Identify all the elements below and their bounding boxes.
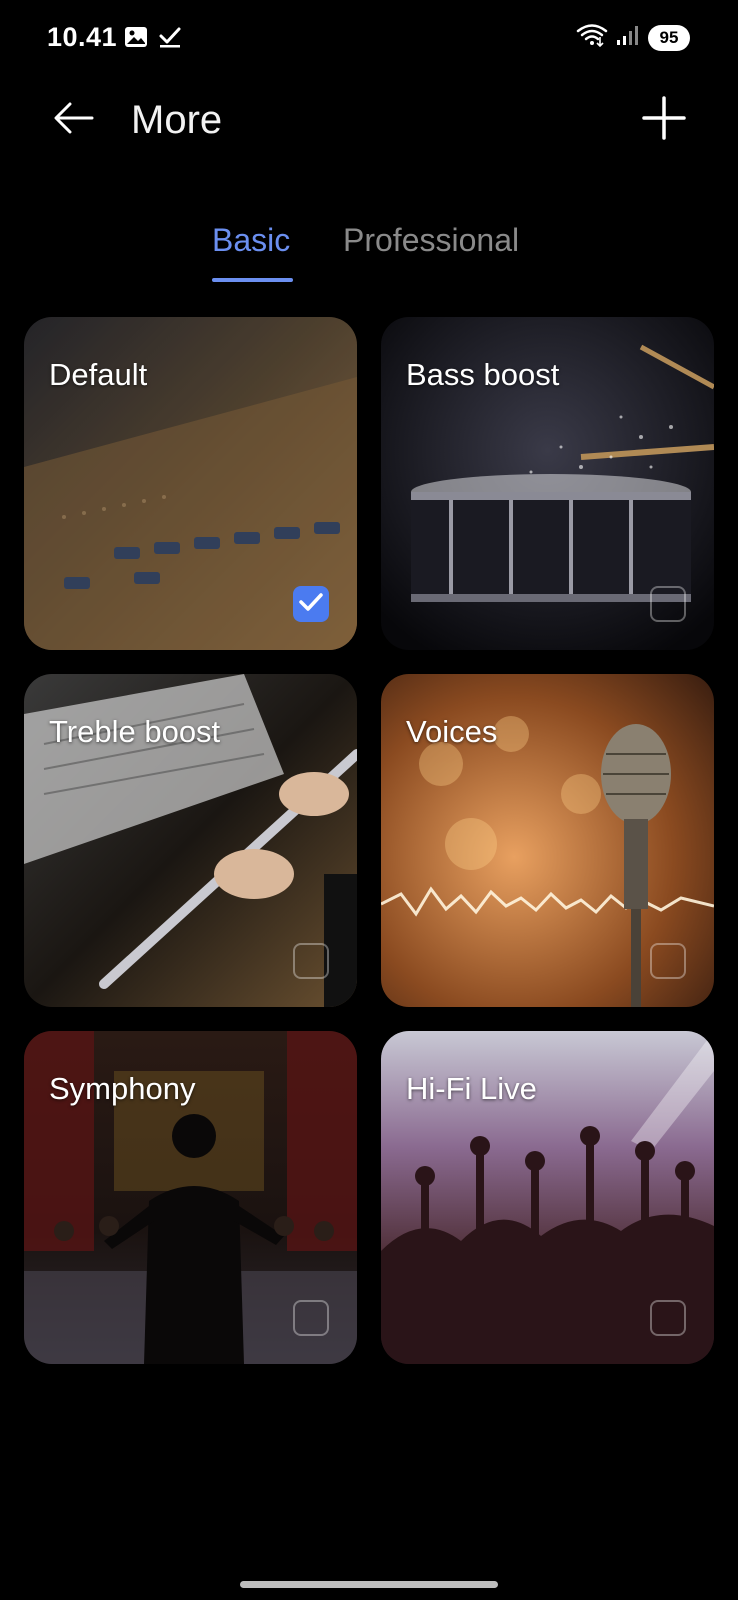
battery-indicator: 95	[648, 24, 690, 51]
home-indicator[interactable]	[240, 1581, 498, 1588]
preset-label: Bass boost	[406, 357, 560, 392]
preset-card-hi-fi-live[interactable]: Hi-Fi Live	[381, 1031, 714, 1364]
header: More	[0, 80, 738, 160]
tab-bar: Basic Professional	[0, 222, 738, 286]
preset-checkbox-checked[interactable]	[293, 586, 329, 622]
checkmark-icon	[298, 591, 324, 618]
preset-label: Hi-Fi Live	[406, 1071, 537, 1106]
page-title: More	[131, 98, 223, 142]
status-bar: 10.41 95	[0, 0, 738, 80]
check-icon	[158, 26, 182, 53]
plus-icon	[642, 95, 686, 145]
signal-icon	[616, 24, 640, 51]
preset-label: Voices	[406, 714, 498, 749]
preset-label: Treble boost	[49, 714, 221, 749]
preset-checkbox[interactable]	[650, 586, 686, 622]
status-right: 95	[576, 23, 690, 52]
status-time: 10.41	[47, 22, 118, 52]
preset-card-treble-boost[interactable]: Treble boost	[24, 674, 357, 1007]
preset-label: Symphony	[49, 1071, 196, 1106]
image-icon	[124, 26, 148, 53]
tab-basic[interactable]: Basic	[212, 222, 290, 259]
preset-checkbox[interactable]	[650, 943, 686, 979]
preset-checkbox[interactable]	[293, 1300, 329, 1336]
preset-label: Default	[49, 357, 148, 392]
preset-grid: Default Bass boost Treble boost Voices S…	[24, 317, 714, 1364]
status-left-icons	[124, 26, 182, 53]
tab-professional[interactable]: Professional	[343, 222, 519, 259]
wifi-icon	[576, 23, 608, 52]
preset-card-voices[interactable]: Voices	[381, 674, 714, 1007]
preset-checkbox[interactable]	[650, 1300, 686, 1336]
preset-card-default[interactable]: Default	[24, 317, 357, 650]
back-button[interactable]	[44, 90, 104, 150]
preset-checkbox[interactable]	[293, 943, 329, 979]
preset-card-bass-boost[interactable]: Bass boost	[381, 317, 714, 650]
back-arrow-icon	[52, 96, 96, 145]
active-tab-indicator	[212, 278, 293, 282]
add-button[interactable]	[634, 90, 694, 150]
preset-card-symphony[interactable]: Symphony	[24, 1031, 357, 1364]
